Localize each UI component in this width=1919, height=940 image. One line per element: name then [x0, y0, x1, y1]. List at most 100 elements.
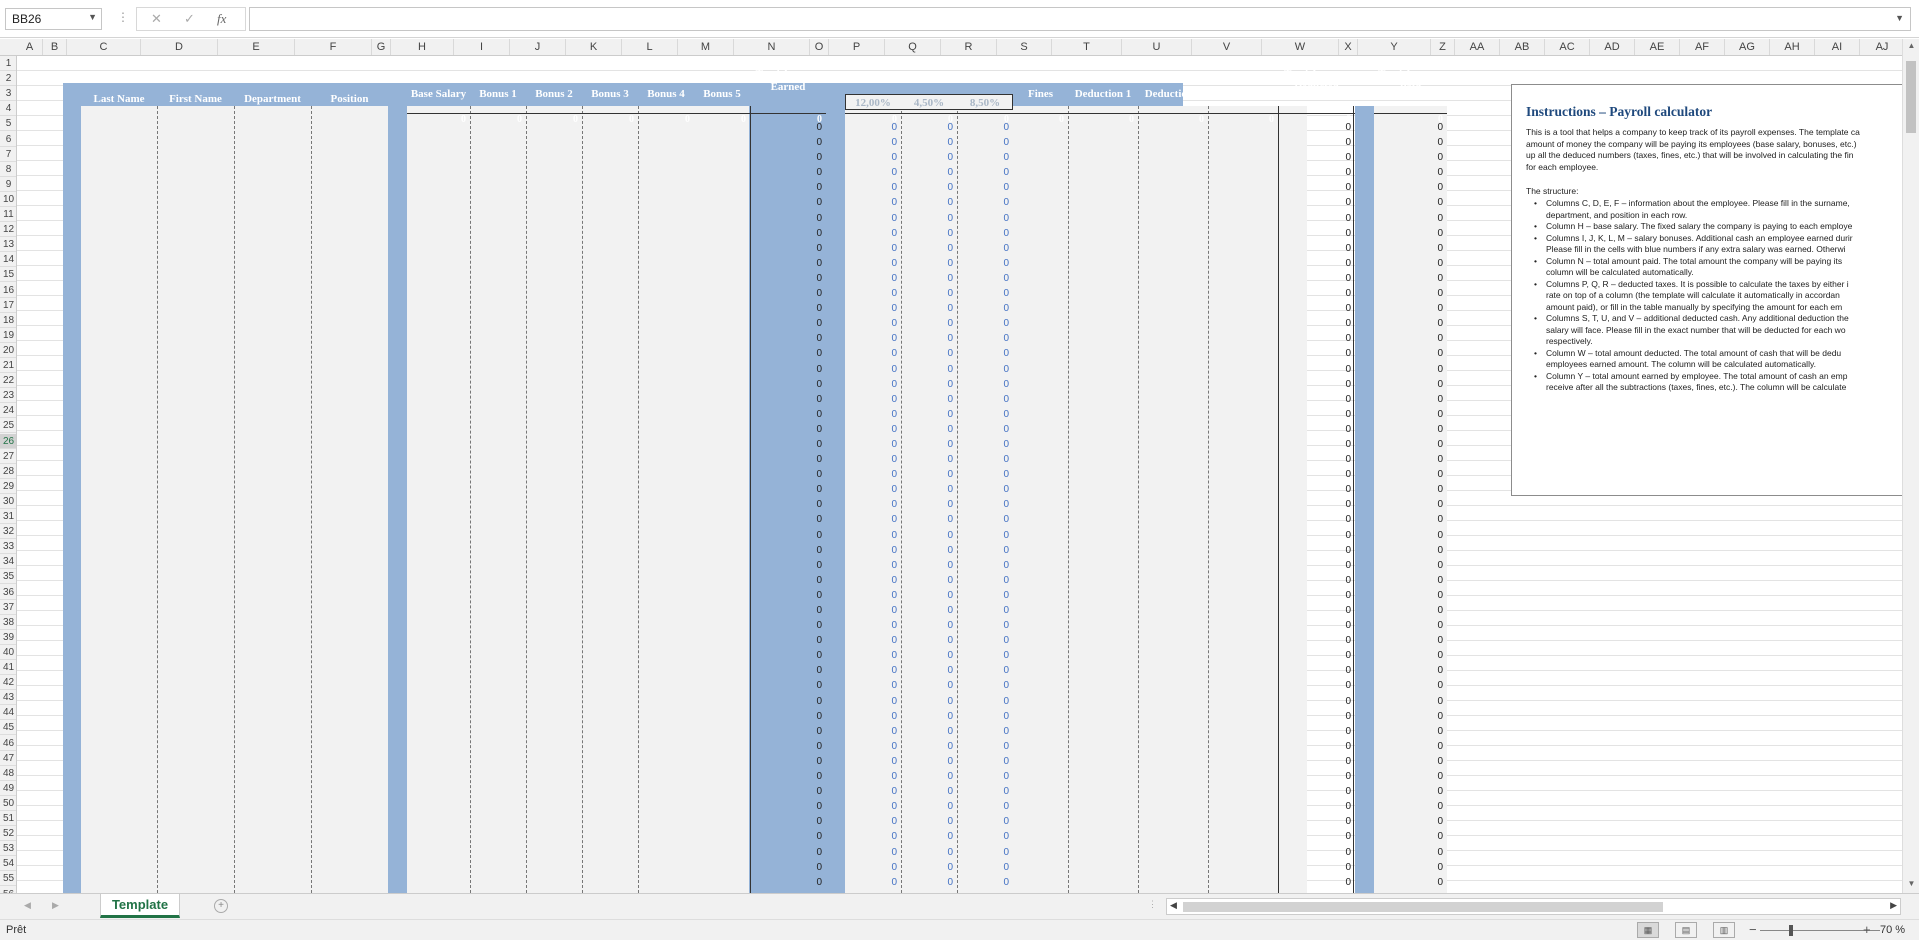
row-header[interactable]: 3 — [0, 86, 16, 102]
row-header[interactable]: 14 — [0, 252, 16, 268]
tax-1-column[interactable]: 0 0 0 0 0 0 0 0 0 0 0 0 0 0 0 0 0 0 0 0 … — [845, 120, 901, 890]
row-header[interactable]: 22 — [0, 373, 16, 389]
row-header[interactable]: 24 — [0, 403, 16, 419]
column-header[interactable]: E — [218, 39, 295, 55]
row-header[interactable]: 12 — [0, 222, 16, 238]
row-header[interactable]: 16 — [0, 283, 16, 298]
row-header[interactable]: 20 — [0, 343, 16, 358]
row-header[interactable]: 25 — [0, 418, 16, 434]
row-header[interactable]: 36 — [0, 585, 16, 600]
row-header[interactable]: 40 — [0, 645, 16, 660]
column-header[interactable]: T — [1052, 39, 1122, 55]
horizontal-scrollbar[interactable]: ◀ ▶ — [1166, 898, 1901, 915]
scroll-up-icon[interactable]: ▲ — [1903, 41, 1919, 50]
scroll-down-icon[interactable]: ▼ — [1903, 879, 1919, 888]
row-header[interactable]: 11 — [0, 207, 16, 222]
column-header[interactable]: AA — [1455, 39, 1500, 55]
column-header[interactable]: U — [1122, 39, 1192, 55]
tax-3-column[interactable]: 0 0 0 0 0 0 0 0 0 0 0 0 0 0 0 0 0 0 0 0 … — [957, 120, 1013, 890]
zoom-out-icon[interactable]: − — [1749, 922, 1757, 937]
row-header[interactable]: 6 — [0, 132, 16, 147]
earnings-area[interactable] — [407, 106, 749, 893]
cancel-icon[interactable]: ✕ — [151, 11, 162, 27]
row-header[interactable]: 47 — [0, 751, 16, 766]
row-header[interactable]: 53 — [0, 841, 16, 857]
column-header[interactable]: S — [997, 39, 1052, 55]
column-header[interactable]: W — [1262, 39, 1339, 55]
tab-template[interactable]: Template — [100, 894, 180, 918]
tax-2-column[interactable]: 0 0 0 0 0 0 0 0 0 0 0 0 0 0 0 0 0 0 0 0 … — [901, 120, 957, 890]
add-sheet-icon[interactable]: + — [214, 899, 228, 913]
row-header[interactable]: 17 — [0, 298, 16, 313]
row-header[interactable]: 10 — [0, 192, 16, 207]
chevron-down-icon[interactable]: ▼ — [88, 12, 97, 22]
column-header[interactable]: AB — [1500, 39, 1545, 55]
column-header[interactable]: O — [810, 39, 829, 55]
tax-2-rate[interactable]: 4,50% — [901, 96, 957, 110]
row-header[interactable]: 15 — [0, 267, 16, 283]
row-header[interactable]: 1 — [0, 56, 16, 71]
row-header[interactable]: 30 — [0, 494, 16, 509]
tax-1-rate[interactable]: 12,00% — [845, 96, 901, 110]
row-header[interactable]: 23 — [0, 388, 16, 404]
row-header[interactable]: 41 — [0, 660, 16, 675]
row-header[interactable]: 35 — [0, 569, 16, 585]
row-header[interactable]: 55 — [0, 871, 16, 887]
page-break-preview-icon[interactable]: ▥ — [1713, 922, 1735, 938]
check-icon[interactable]: ✓ — [184, 11, 195, 27]
row-header[interactable]: 38 — [0, 615, 16, 630]
column-header[interactable]: X — [1339, 39, 1358, 55]
row-header[interactable]: 34 — [0, 554, 16, 570]
row-header[interactable]: 48 — [0, 766, 16, 781]
row-header[interactable]: 19 — [0, 328, 16, 343]
row-header[interactable]: 26 — [0, 433, 16, 449]
row-header[interactable]: 42 — [0, 675, 16, 691]
tab-next-icon[interactable]: ▶ — [52, 900, 59, 911]
column-header[interactable]: AE — [1635, 39, 1680, 55]
row-header[interactable]: 8 — [0, 162, 16, 177]
row-header[interactable]: 37 — [0, 600, 16, 615]
row-header[interactable]: 4 — [0, 101, 16, 117]
zoom-slider[interactable] — [1760, 930, 1880, 931]
column-header[interactable]: B — [43, 39, 67, 55]
row-header[interactable]: 52 — [0, 826, 16, 842]
insert-function-icon[interactable]: fx — [217, 11, 226, 27]
row-header[interactable]: 5 — [0, 116, 16, 132]
row-header[interactable]: 18 — [0, 313, 16, 328]
column-header[interactable]: F — [295, 39, 372, 55]
zoom-in-icon[interactable]: + — [1863, 922, 1871, 937]
row-header[interactable]: 44 — [0, 705, 16, 721]
column-header[interactable]: Q — [885, 39, 941, 55]
row-header[interactable]: 33 — [0, 539, 16, 555]
column-header[interactable]: I — [454, 39, 510, 55]
tab-split-handle-icon[interactable]: ⋮ — [1148, 899, 1157, 910]
tab-prev-icon[interactable]: ◀ — [24, 900, 31, 911]
row-header[interactable]: 28 — [0, 464, 16, 479]
column-header[interactable]: AD — [1590, 39, 1635, 55]
column-header[interactable]: AI — [1815, 39, 1860, 55]
row-header[interactable]: 50 — [0, 796, 16, 811]
name-box[interactable]: BB26 ▼ — [5, 8, 102, 30]
row-header[interactable]: 54 — [0, 856, 16, 872]
column-header[interactable]: A — [17, 39, 43, 55]
column-header[interactable]: V — [1192, 39, 1262, 55]
row-header[interactable]: 45 — [0, 720, 16, 736]
column-header[interactable]: D — [141, 39, 218, 55]
column-header[interactable]: AJ — [1860, 39, 1905, 55]
row-header[interactable]: 2 — [0, 71, 16, 87]
column-header[interactable]: R — [941, 39, 997, 55]
formula-input[interactable]: ▼ — [249, 7, 1911, 31]
row-header[interactable]: 32 — [0, 524, 16, 540]
column-header[interactable]: P — [829, 39, 885, 55]
column-header[interactable]: AH — [1770, 39, 1815, 55]
vertical-scroll-thumb[interactable] — [1906, 61, 1916, 133]
column-header[interactable]: H — [391, 39, 454, 55]
worksheet-grid[interactable]: Last Name First Name Department Position… — [17, 56, 1902, 893]
horizontal-scroll-thumb[interactable] — [1183, 902, 1663, 912]
scroll-left-icon[interactable]: ◀ — [1170, 900, 1177, 911]
expand-formula-icon[interactable]: ▼ — [1895, 13, 1904, 23]
row-header[interactable]: 21 — [0, 358, 16, 373]
row-header[interactable]: 43 — [0, 690, 16, 706]
row-header[interactable]: 31 — [0, 509, 16, 524]
page-layout-icon[interactable]: ▤ — [1675, 922, 1697, 938]
